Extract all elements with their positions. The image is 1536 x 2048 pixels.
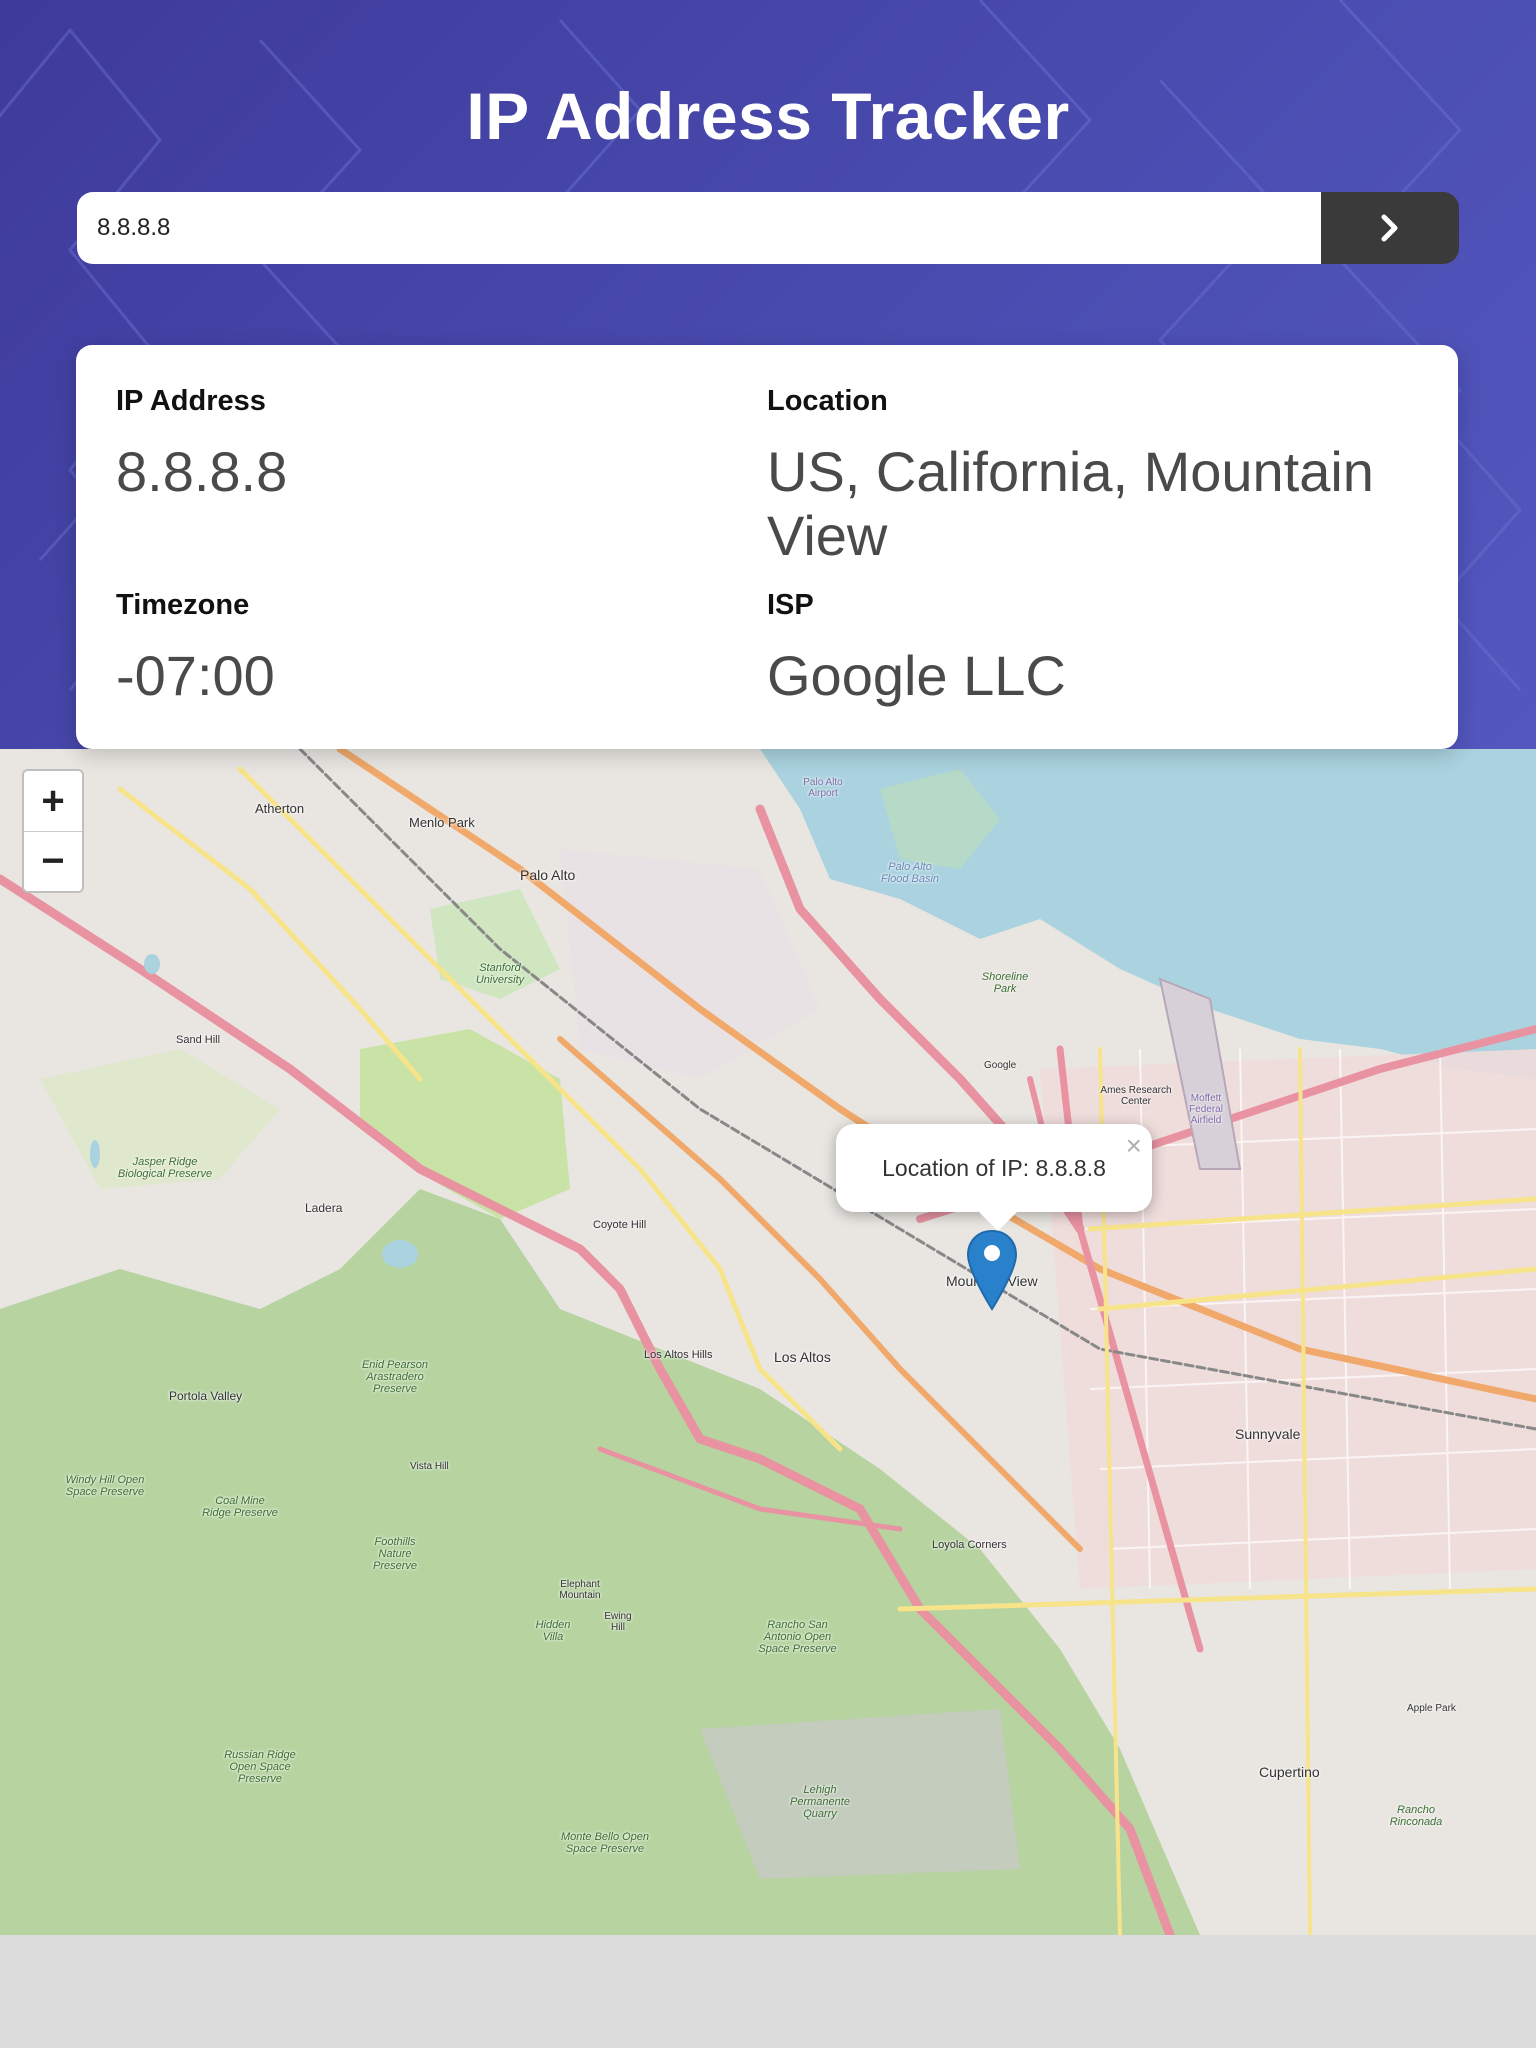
- search-submit-button[interactable]: [1321, 192, 1459, 264]
- place-label: Palo Alto: [520, 867, 576, 883]
- zoom-in-button[interactable]: +: [24, 771, 82, 831]
- place-label: Ladera: [305, 1201, 343, 1215]
- page-footer: [0, 1935, 1536, 2048]
- place-label: Apple Park: [1407, 1703, 1456, 1714]
- place-label: Cupertino: [1259, 1764, 1320, 1780]
- location-value: US, California, Mountain View: [767, 440, 1374, 567]
- ip-search-bar: [77, 192, 1459, 264]
- place-label: Shoreline Park: [981, 971, 1029, 995]
- place-label: Elephant Mountain: [559, 1579, 601, 1601]
- location-block: Location US, California, Mountain View: [767, 385, 1407, 568]
- place-label: Portola Valley: [169, 1389, 243, 1403]
- place-label: Ewing Hill: [604, 1611, 632, 1633]
- place-label: Atherton: [255, 801, 305, 816]
- place-label: Windy Hill Open Space Preserve: [65, 1474, 145, 1498]
- place-label: Los Altos Hills: [644, 1349, 713, 1361]
- marker-popup: Location of IP: 8.8.8.8 ×: [836, 1124, 1152, 1212]
- place-label: Hidden Villa: [535, 1619, 571, 1643]
- zoom-control: + −: [22, 769, 84, 893]
- place-label: Rancho San Antonio Open Space Preserve: [758, 1619, 837, 1655]
- place-label: Russian Ridge Open Space Preserve: [224, 1749, 296, 1785]
- place-label: Coal Mine Ridge Preserve: [202, 1495, 278, 1519]
- place-label: Lehigh Permanente Quarry: [790, 1784, 850, 1820]
- place-label: Coyote Hill: [593, 1219, 647, 1231]
- zoom-out-button[interactable]: −: [24, 831, 82, 891]
- place-label: Moffett Federal Airfield: [1189, 1093, 1223, 1126]
- place-label: Foothills Nature Preserve: [372, 1536, 418, 1572]
- timezone-block: Timezone -07:00: [116, 589, 716, 708]
- isp-label: ISP: [767, 589, 814, 621]
- place-label: Sunnyvale: [1235, 1426, 1301, 1442]
- map[interactable]: Atherton Menlo Park Palo Alto Stanford U…: [0, 749, 1536, 1935]
- isp-value: Google LLC: [767, 644, 1066, 707]
- place-label: Los Altos: [774, 1349, 831, 1365]
- popup-close-button[interactable]: ×: [1126, 1130, 1142, 1162]
- place-label: Loyola Corners: [932, 1539, 1007, 1551]
- place-label: Stanford University: [475, 962, 525, 986]
- popup-text: Location of IP: 8.8.8.8: [882, 1154, 1106, 1181]
- ip-address-value: 8.8.8.8: [116, 440, 288, 503]
- place-label: Vista Hill: [410, 1461, 449, 1472]
- timezone-label: Timezone: [116, 589, 250, 621]
- page-title: IP Address Tracker: [466, 79, 1070, 153]
- ip-info-card: IP Address 8.8.8.8 Location US, Californ…: [76, 345, 1458, 749]
- ip-address-block: IP Address 8.8.8.8: [116, 385, 716, 504]
- place-label: Rancho Rinconada: [1389, 1804, 1443, 1828]
- map-pin-icon[interactable]: [966, 1229, 1018, 1311]
- isp-block: ISP Google LLC: [767, 589, 1407, 708]
- popup-tip: [978, 1211, 1018, 1231]
- place-label: Sand Hill: [176, 1034, 221, 1046]
- ip-search-input[interactable]: [77, 192, 1321, 264]
- place-label: Enid Pearson Arastradero Preserve: [361, 1359, 429, 1395]
- location-label: Location: [767, 385, 888, 417]
- chevron-right-icon: [1381, 214, 1398, 242]
- place-label: Palo Alto Flood Basin: [880, 861, 940, 885]
- place-label: Ames Research Center: [1100, 1085, 1172, 1107]
- place-label: Google: [984, 1060, 1017, 1071]
- timezone-value: -07:00: [116, 644, 275, 707]
- place-label: Menlo Park: [409, 815, 475, 830]
- ip-address-label: IP Address: [116, 385, 266, 417]
- place-label: Palo Alto Airport: [803, 777, 843, 799]
- place-label: Jasper Ridge Biological Preserve: [117, 1156, 213, 1180]
- place-label: Monte Bello Open Space Preserve: [560, 1831, 650, 1855]
